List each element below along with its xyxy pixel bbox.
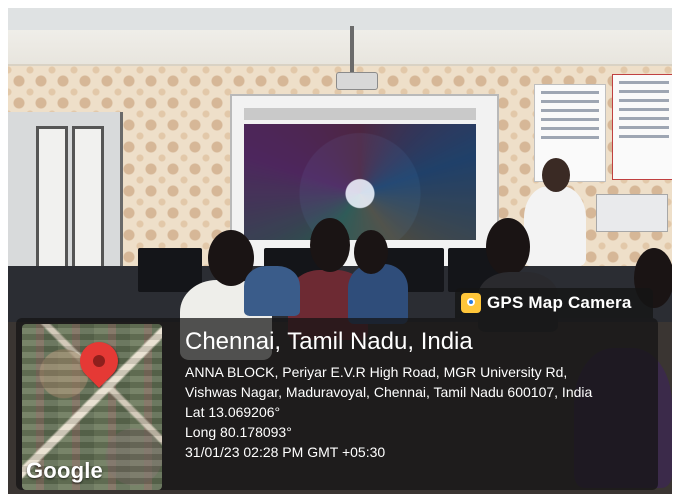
student-head	[486, 218, 530, 276]
ceiling	[8, 8, 672, 66]
location-info: Chennai, Tamil Nadu, India ANNA BLOCK, P…	[185, 328, 592, 462]
timestamp: 31/01/23 02:28 PM GMT +05:30	[185, 444, 386, 460]
slide-toolbar	[244, 108, 476, 120]
wall-poster-right	[612, 74, 672, 180]
gps-app-tag: GPS Map Camera	[455, 288, 653, 318]
monitor	[138, 248, 202, 292]
student-head	[354, 230, 388, 274]
address-line-2: Vishwas Nagar, Maduravoyal, Chennai, Tam…	[185, 384, 593, 400]
address-line-1: ANNA BLOCK, Periyar E.V.R High Road, MGR…	[185, 364, 568, 380]
student	[244, 266, 300, 316]
location-title: Chennai, Tamil Nadu, India	[185, 328, 473, 355]
projector-mount	[350, 26, 354, 76]
google-logo: Google	[26, 458, 103, 483]
presenter	[524, 186, 586, 266]
air-conditioner	[596, 194, 668, 232]
slide-graphic	[244, 124, 476, 240]
gps-app-name: GPS Map Camera	[487, 293, 632, 312]
map-thumbnail: Google	[22, 324, 162, 490]
gps-map-camera-icon	[461, 293, 481, 313]
presenter-head	[542, 158, 570, 192]
longitude: Long 80.178093°	[185, 424, 292, 440]
latitude: Lat 13.069206°	[185, 404, 281, 420]
student-head	[310, 218, 350, 272]
student	[348, 264, 408, 324]
projector	[336, 72, 378, 90]
